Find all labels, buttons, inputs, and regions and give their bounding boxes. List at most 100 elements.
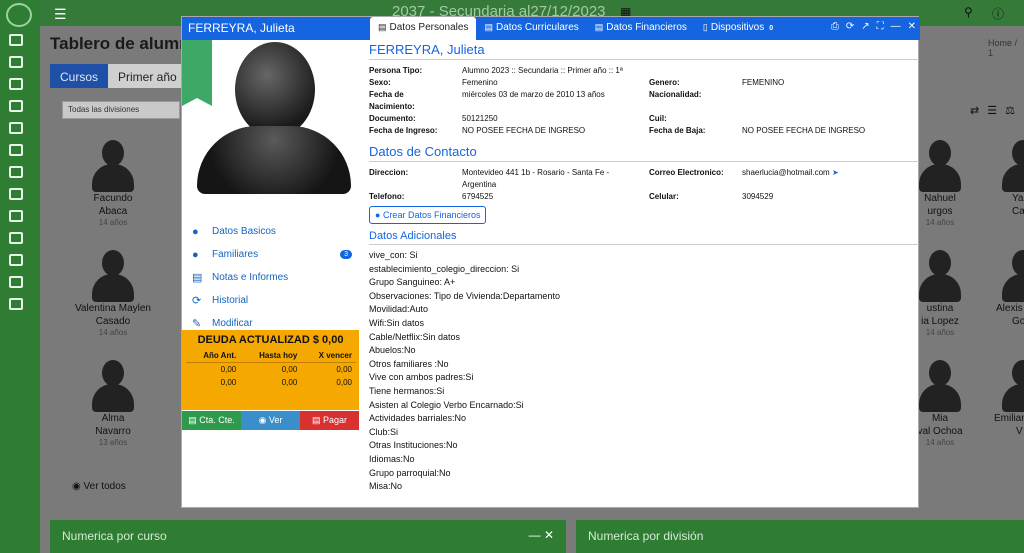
menu-icon[interactable]: ☰: [54, 6, 67, 23]
money-icon: ▤: [188, 415, 200, 425]
tab-datos-personales[interactable]: ▤ Datos Personales: [370, 17, 477, 40]
field-label: Documento:: [369, 114, 416, 123]
modal-title: FERREYRA, Julieta: [188, 21, 295, 35]
avatar: [917, 360, 963, 412]
divider: [369, 59, 919, 60]
file-icon[interactable]: [9, 78, 23, 90]
debt-header: Año Ant.: [186, 349, 241, 363]
student-last-name: V: [1016, 426, 1023, 437]
additional-list: vive_con: Si establecimiento_colegio_dir…: [369, 249, 919, 494]
mobile-icon[interactable]: [9, 254, 23, 266]
panel-title: Numerica por curso: [62, 529, 167, 543]
field-label: Fecha de Ingreso:: [369, 126, 438, 135]
dashboard-icon[interactable]: [9, 34, 23, 46]
external-link-icon[interactable]: ↗: [861, 21, 869, 32]
student-card[interactable]: Emilian V: [986, 360, 1024, 438]
menu-historial[interactable]: ⟳ Historial: [192, 289, 352, 312]
settings-icon[interactable]: [9, 276, 23, 288]
rss-icon[interactable]: [9, 298, 23, 310]
tab-datos-curriculares[interactable]: ▤ Datos Curriculares: [476, 17, 586, 40]
menu-notas-informes[interactable]: ▤ Notas e Informes: [192, 266, 352, 289]
documento-value: 50121250: [462, 114, 498, 123]
student-first-name: Ya: [1012, 193, 1024, 204]
menu-datos-basicos[interactable]: ● Datos Basicos: [192, 220, 352, 243]
users-icon: ●: [375, 210, 383, 220]
documents-icon[interactable]: [9, 56, 23, 68]
cta-cte-button[interactable]: ▤ Cta. Cte.: [182, 411, 241, 430]
telefono-value: 6794525: [462, 192, 494, 201]
close-icon[interactable]: ✕: [908, 21, 916, 32]
additional-item: Movilidad:Auto: [369, 304, 429, 315]
additional-item: Otras Instituciones:No: [369, 440, 458, 451]
ver-todos-link[interactable]: ◉ Ver todos: [72, 481, 126, 492]
graduate-icon[interactable]: [9, 122, 23, 134]
send-icon[interactable]: ➤: [832, 168, 839, 177]
additional-item: Tiene hermanos:Si: [369, 385, 445, 396]
menu-label: Datos Basicos: [212, 226, 276, 237]
additional-item: Actividades barriales:No: [369, 413, 467, 424]
history-icon: ⟳: [192, 295, 202, 307]
print-icon[interactable]: ⎙: [831, 21, 839, 32]
add-user-icon[interactable]: [9, 188, 23, 200]
panel-controls-icons[interactable]: — ✕: [529, 528, 554, 542]
inbox-icon[interactable]: [9, 100, 23, 112]
student-age: 14 años: [98, 328, 128, 337]
list-icon[interactable]: [9, 210, 23, 222]
help-icon[interactable]: ⓘ: [992, 5, 1004, 22]
student-last-name: Ca: [1012, 206, 1024, 217]
tab-cursos[interactable]: Cursos: [50, 64, 109, 88]
avatar: [90, 360, 136, 412]
additional-item: Abuelos:No: [369, 345, 416, 356]
menu-familiares[interactable]: ● Familiares 3: [192, 243, 352, 266]
correo-value[interactable]: shaerlucia@hotmail.com ➤: [742, 168, 839, 177]
additional-item: Wifi:Sin datos: [369, 317, 425, 328]
button-label: Pagar: [322, 415, 348, 425]
minimize-icon[interactable]: —: [891, 21, 901, 32]
menu-label: Familiares: [212, 249, 259, 260]
tab-label: Datos Financieros: [606, 22, 687, 33]
student-card[interactable]: Valentina Maylen Casado 14 años: [73, 250, 153, 337]
personal-data-panel: FERREYRA, Julieta Persona Tipo: Alumno 20…: [369, 40, 919, 509]
contact-icon[interactable]: [9, 232, 23, 244]
student-card[interactable]: Ya Ca: [986, 140, 1024, 218]
tab-dispositivos[interactable]: ▯ Dispositivos 0: [695, 17, 781, 40]
field-label: Sexo:: [369, 78, 391, 87]
tab-label: Datos Curriculares: [495, 22, 579, 33]
ver-button[interactable]: ◉ Ver: [241, 411, 300, 430]
app-logo-icon[interactable]: [6, 3, 32, 27]
student-card[interactable]: Facundo Abaca 14 años: [73, 140, 153, 227]
search-icon[interactable]: ⚲: [964, 5, 973, 19]
avatar: [90, 250, 136, 302]
persona-tipo-value: Alumno 2023 :: Secundaria :: Primer año …: [462, 66, 623, 75]
pagar-button[interactable]: ▤ Pagar: [300, 411, 359, 430]
student-card[interactable]: Alexis Go: [986, 250, 1024, 328]
debt-table: Año Ant. Hasta hoy X vencer 0,00 0,00 0,00 0…: [186, 349, 356, 389]
menu-label: Modificar: [212, 318, 253, 329]
sexo-value: Femenino: [462, 78, 498, 87]
division-select[interactable]: Todas las divisiones: [62, 101, 180, 119]
student-last-name: Casado: [95, 316, 131, 327]
modal-tabs: ▤ Datos Personales ▤ Datos Curriculares ▤ D…: [370, 17, 781, 40]
student-card[interactable]: Alma Navarro 13 años: [73, 360, 153, 447]
crear-datos-financieros-button[interactable]: ● Crear Datos Financieros: [369, 206, 487, 224]
fullscreen-icon[interactable]: ⛶: [877, 21, 884, 32]
additional-heading: Datos Adicionales: [369, 230, 457, 242]
tab-datos-financieros[interactable]: ▤ Datos Financieros: [587, 17, 695, 40]
view-options-icons[interactable]: ⇄☰⚖: [970, 104, 1023, 117]
field-label: Nacimiento:: [369, 102, 415, 111]
id-card-icon: ▤: [378, 22, 387, 32]
student-first-name: Alma: [101, 413, 125, 424]
additional-item: Misa:No: [369, 481, 403, 492]
student-first-name: Facundo: [93, 193, 133, 204]
modal-controls: ⎙ ⟳ ↗ ⛶ — ✕: [831, 21, 916, 32]
debt-panel: DEUDA ACTUALIZAD $ 0,00 Año Ant. Hasta ho…: [182, 330, 359, 410]
debt-cell: 0,00: [336, 378, 352, 387]
cash-icon: ▤: [311, 415, 323, 425]
tab-primer-ano[interactable]: Primer año: [108, 64, 187, 88]
refresh-icon[interactable]: ⟳: [846, 21, 854, 32]
genero-value: FEMENINO: [742, 78, 785, 87]
school-icon[interactable]: [9, 166, 23, 178]
divider: [369, 244, 919, 245]
book-icon[interactable]: [9, 144, 23, 156]
field-label: Persona Tipo:: [369, 66, 423, 75]
